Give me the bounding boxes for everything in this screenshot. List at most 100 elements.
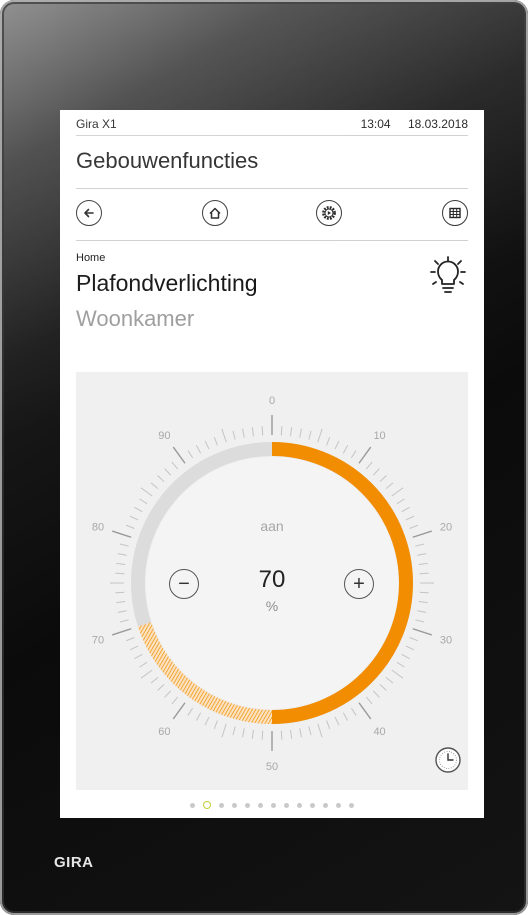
lightbulb-icon (430, 256, 466, 293)
function-room: Woonkamer (76, 306, 195, 331)
dial-tick (372, 468, 380, 476)
dial-tick (405, 645, 415, 651)
dial-tick (157, 683, 165, 691)
page-dot[interactable] (245, 802, 250, 808)
arrow-left-icon (84, 208, 94, 218)
page-indicator[interactable] (60, 800, 484, 810)
dial-tick (242, 728, 245, 738)
dial-tick (342, 445, 349, 454)
dial-tick (350, 450, 357, 459)
dial-tick (326, 436, 331, 446)
dial-tick (379, 683, 387, 691)
dial-tick (119, 619, 129, 623)
dial-tick (213, 436, 218, 446)
device-name: Gira X1 (76, 117, 117, 131)
dial-scale-label: 60 (158, 726, 170, 738)
dial-scale-label: 90 (158, 430, 170, 442)
dimmer-state: aan (260, 518, 284, 534)
back-button[interactable] (76, 200, 102, 226)
dial-tick (204, 716, 210, 726)
brand-logo: GIRA (54, 854, 94, 871)
dial-tick (164, 468, 172, 476)
page-dot[interactable] (203, 801, 211, 809)
dial-tick (195, 445, 202, 454)
status-bar: Gira X1 13:04 18.03.2018 (76, 114, 468, 134)
page-dot[interactable] (349, 802, 354, 808)
dial-tick (157, 475, 165, 483)
dial-scale-label: 30 (440, 635, 452, 647)
dial-tick (417, 553, 427, 556)
dial-tick (251, 729, 254, 739)
dial-tick (150, 482, 159, 490)
dial-tick (334, 440, 340, 450)
dial-tick (385, 482, 394, 490)
touch-screen: Gira X1 13:04 18.03.2018 Gebouwenfunctie… (60, 110, 484, 818)
dial-tick (221, 428, 227, 443)
dial-tick (232, 430, 236, 440)
dial-tick (350, 707, 357, 716)
dial-tick (119, 543, 129, 547)
page-dot[interactable] (232, 802, 237, 808)
dial-scale-label: 0 (269, 395, 275, 407)
dial-tick (358, 702, 372, 720)
dial-tick (317, 723, 323, 738)
status-date: 18.03.2018 (407, 117, 468, 131)
dial-tick (171, 696, 179, 705)
dial-scale-label: 70 (92, 635, 104, 647)
dial-tick (116, 562, 126, 565)
scenes-button[interactable] (316, 200, 342, 226)
function-title: Plafondverlichting (76, 270, 258, 296)
grid-view-button[interactable] (442, 200, 468, 226)
divider (76, 240, 468, 241)
dial-tick (317, 428, 323, 443)
dial-tick (204, 440, 210, 450)
dial-tick (171, 461, 179, 470)
dial-tick (261, 730, 264, 740)
dimmer-panel: 0 10 20 30 40 50 60 70 80 90 aan 70 % − + (76, 372, 468, 790)
dial-tick (290, 729, 293, 739)
page-dot[interactable] (219, 802, 224, 808)
dial-tick (172, 446, 186, 464)
increase-button[interactable]: + (344, 569, 374, 599)
plus-icon: + (353, 573, 365, 595)
page-dot[interactable] (323, 802, 328, 808)
dial-scale-label: 10 (373, 430, 385, 442)
dial-tick (134, 653, 143, 660)
device-frame: Gira X1 13:04 18.03.2018 Gebouwenfunctie… (0, 0, 528, 915)
dial-tick (308, 430, 312, 440)
dial-tick (372, 690, 380, 698)
dial-tick (164, 690, 172, 698)
dial-tick (396, 661, 405, 668)
dial-tick (213, 720, 218, 730)
dial-tick (412, 628, 432, 636)
dial-tick (140, 487, 153, 497)
dial-tick (195, 712, 202, 721)
divider (76, 188, 468, 189)
dimmer-unit: % (265, 598, 279, 614)
dial-tick (125, 637, 135, 642)
page-dot[interactable] (271, 802, 276, 808)
dial-tick (342, 712, 349, 721)
page-dot[interactable] (336, 802, 341, 808)
grid-icon (449, 207, 461, 219)
dial-tick (385, 676, 394, 684)
home-button[interactable] (202, 200, 228, 226)
page-dot[interactable] (190, 802, 195, 808)
page-dot[interactable] (310, 802, 315, 808)
breadcrumb[interactable]: Home (76, 252, 105, 264)
page-dot[interactable] (284, 802, 289, 808)
home-icon (209, 207, 221, 219)
clock-icon[interactable] (434, 746, 462, 774)
minus-icon: − (178, 573, 190, 595)
dial-tick (280, 730, 283, 740)
dial-tick (365, 461, 373, 470)
dial-tick (280, 426, 283, 436)
page-dot[interactable] (258, 802, 263, 808)
decrease-button[interactable]: − (169, 569, 199, 599)
page-dot[interactable] (297, 802, 302, 808)
dial-tick (117, 553, 127, 556)
status-datetime: 13:04 18.03.2018 (347, 117, 468, 131)
dial-tick (326, 720, 331, 730)
dial-tick (418, 562, 428, 565)
dial-tick (401, 653, 410, 660)
